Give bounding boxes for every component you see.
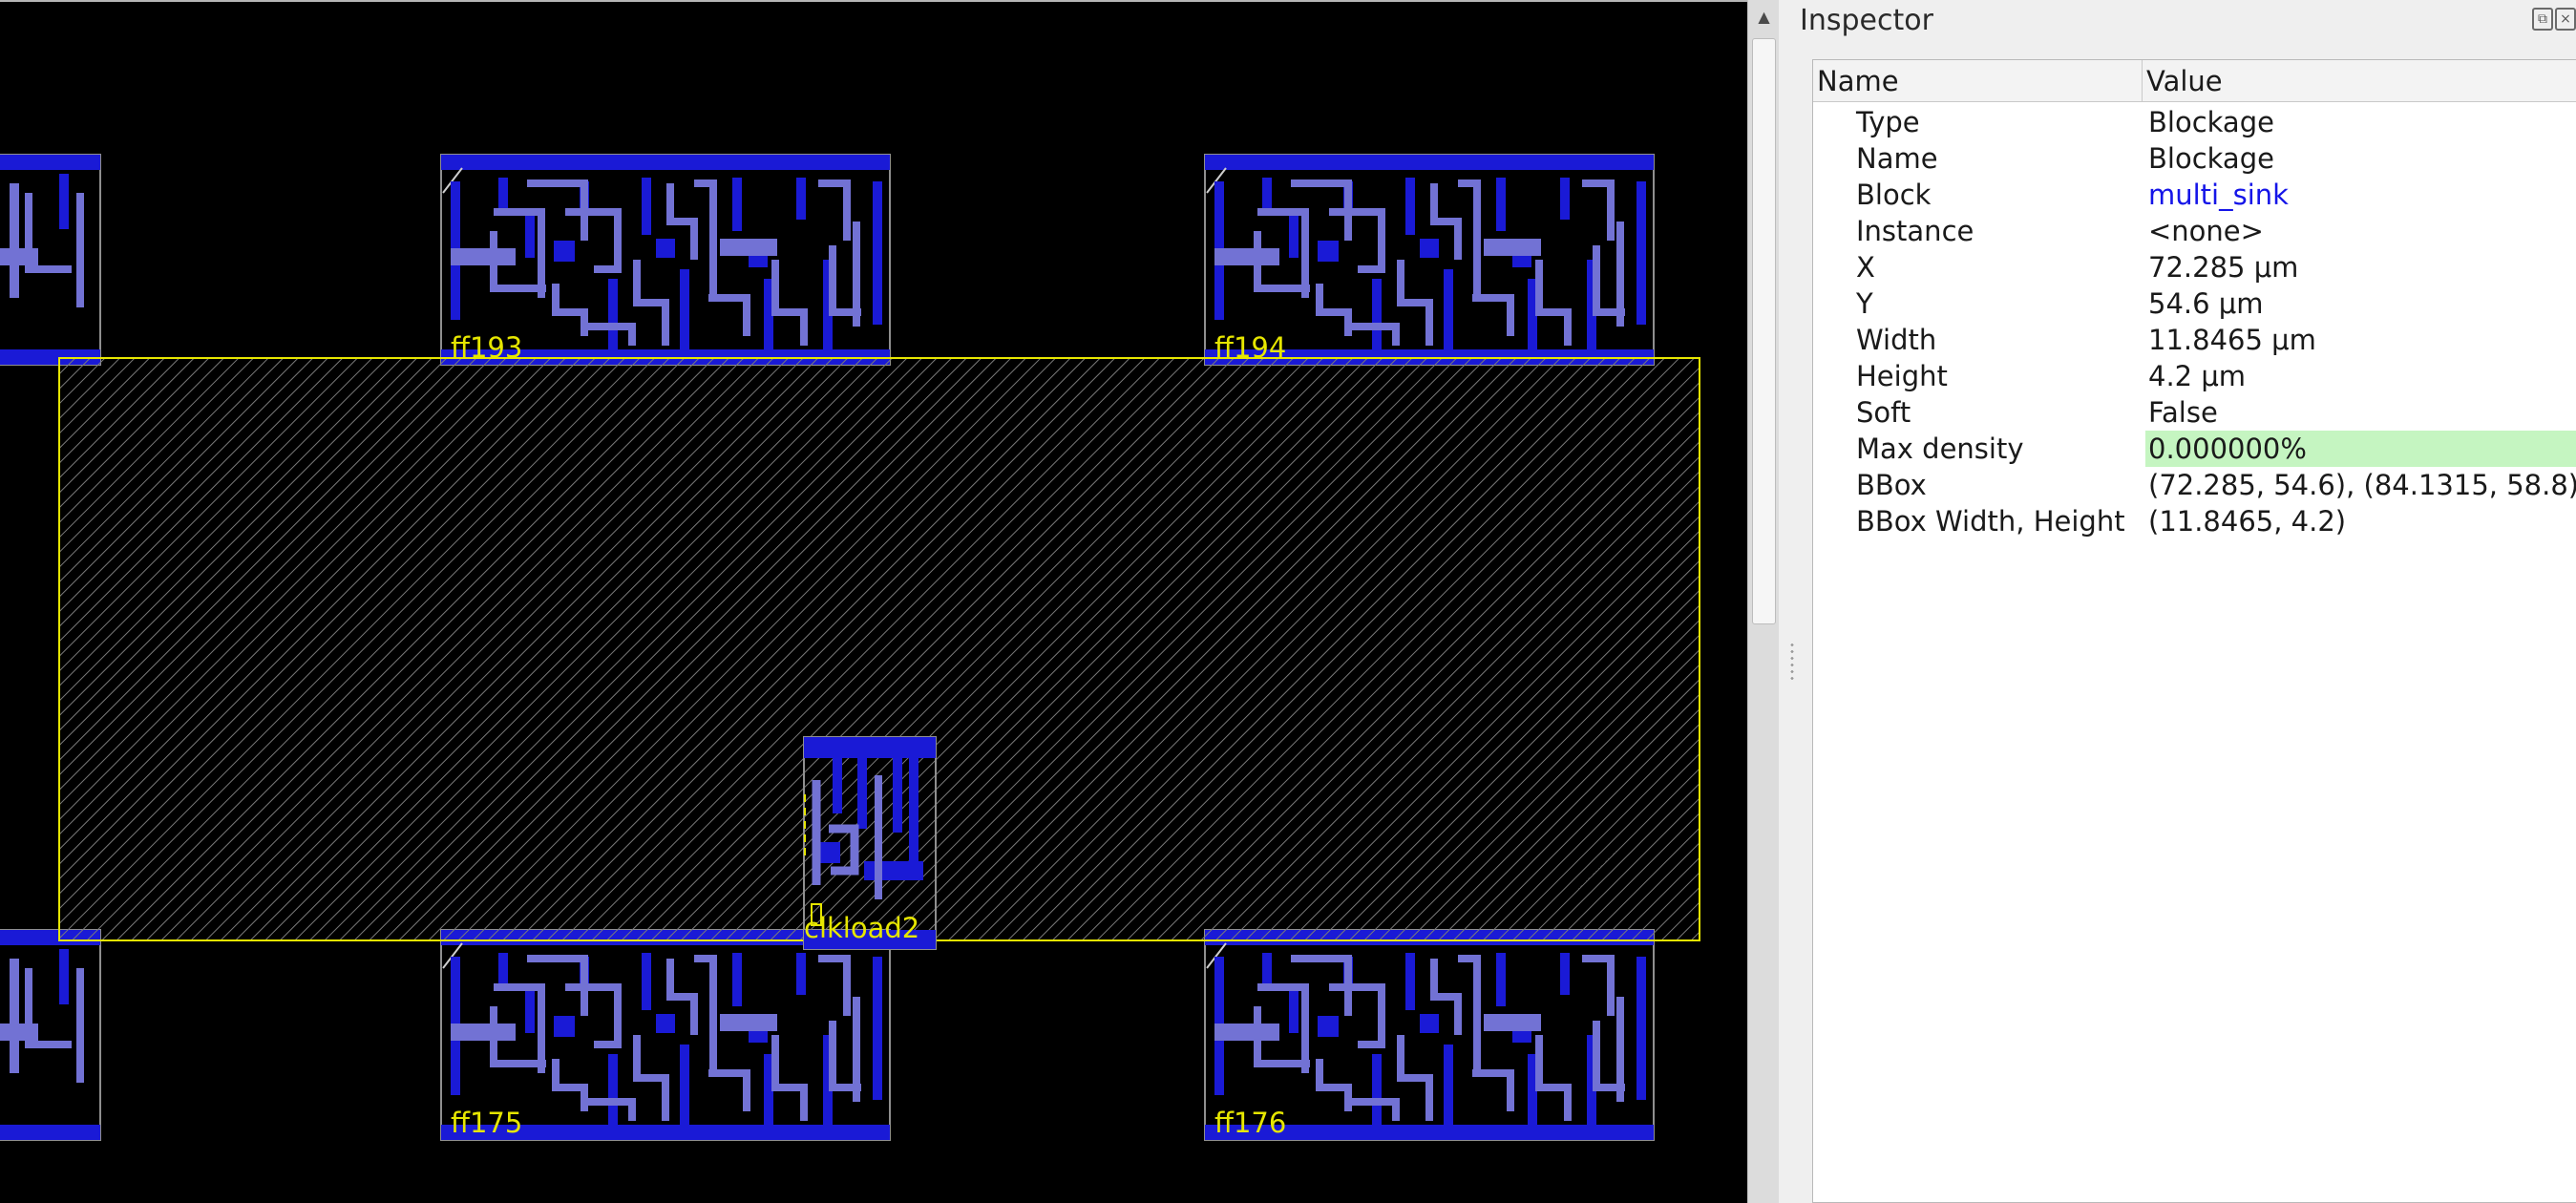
- property-row-max-density[interactable]: Max density 0.000000%: [1813, 431, 2576, 467]
- inspector-property-tree[interactable]: Name Value Type Blockage Name Blockage B…: [1812, 59, 2576, 1203]
- property-value: 4.2 μm: [2148, 360, 2247, 392]
- property-value: False: [2148, 396, 2218, 429]
- property-name: Name: [1856, 142, 1938, 175]
- property-row-block[interactable]: Block multi_sink: [1813, 177, 2576, 213]
- property-value: 11.8465 μm: [2148, 324, 2316, 356]
- column-header-value[interactable]: Value: [2143, 60, 2576, 102]
- label-clkload2: clkload2: [804, 912, 919, 944]
- property-name: Soft: [1856, 396, 1911, 429]
- block-link[interactable]: multi_sink: [2145, 177, 2294, 213]
- label-ff193: ff193: [451, 331, 522, 364]
- property-value: 54.6 μm: [2148, 287, 2264, 320]
- property-value: (11.8465, 4.2): [2148, 505, 2347, 538]
- column-header-name[interactable]: Name: [1813, 60, 2143, 102]
- property-name: Type: [1856, 106, 1920, 138]
- label-ff175: ff175: [451, 1107, 522, 1139]
- scroll-up-arrow-icon[interactable]: ▲: [1748, 0, 1780, 32]
- property-name: Width: [1856, 324, 1937, 356]
- layout-drawing: ff193 ff194 ff175 ff176 clkload2: [0, 2, 1700, 1203]
- property-name: Height: [1856, 360, 1948, 392]
- property-row-bbox-size[interactable]: BBox Width, Height (11.8465, 4.2): [1813, 503, 2576, 539]
- property-row-bbox[interactable]: BBox (72.285, 54.6), (84.1315, 58.8): [1813, 467, 2576, 503]
- property-row-instance[interactable]: Instance <none>: [1813, 213, 2576, 249]
- property-value: 72.285 μm: [2148, 251, 2299, 284]
- property-row-width[interactable]: Width 11.8465 μm: [1813, 322, 2576, 358]
- property-row-name[interactable]: Name Blockage: [1813, 140, 2576, 177]
- property-name: Instance: [1856, 215, 1974, 247]
- inspector-panel: Inspector ⧉ × Name Value Type Blockage N…: [1779, 0, 2576, 1203]
- property-name: X: [1856, 251, 1875, 284]
- layout-vertical-scrollbar[interactable]: ▲: [1747, 0, 1779, 1203]
- splitter-grip-icon: [1789, 642, 1795, 680]
- cell-partial-bottom-left[interactable]: [0, 929, 101, 1141]
- property-name: BBox Width, Height: [1856, 505, 2125, 538]
- property-row-type[interactable]: Type Blockage: [1813, 104, 2576, 140]
- scrollbar-thumb[interactable]: [1752, 38, 1776, 624]
- property-name: Block: [1856, 179, 1932, 211]
- property-name: BBox: [1856, 469, 1927, 501]
- property-value: Blockage: [2148, 142, 2274, 175]
- float-icon[interactable]: ⧉: [2532, 8, 2553, 31]
- cell-partial-top-left[interactable]: [0, 154, 101, 366]
- property-name: Y: [1856, 287, 1873, 320]
- property-name: Max density: [1856, 433, 2024, 465]
- max-density-field[interactable]: 0.000000%: [2145, 431, 2576, 467]
- property-value: Blockage: [2148, 106, 2274, 138]
- property-rows: Type Blockage Name Blockage Block multi_…: [1813, 104, 2576, 539]
- layout-canvas[interactable]: ff193 ff194 ff175 ff176 clkload2: [0, 0, 1747, 1203]
- property-row-x[interactable]: X 72.285 μm: [1813, 249, 2576, 285]
- tree-header: Name Value: [1813, 60, 2576, 102]
- close-icon[interactable]: ×: [2555, 8, 2576, 31]
- property-row-height[interactable]: Height 4.2 μm: [1813, 358, 2576, 394]
- label-ff194: ff194: [1214, 331, 1286, 364]
- dock-splitter[interactable]: [1779, 0, 1807, 1203]
- inspector-title: Inspector: [1800, 4, 1933, 37]
- dock-buttons: ⧉ ×: [2532, 8, 2576, 31]
- property-row-y[interactable]: Y 54.6 μm: [1813, 285, 2576, 322]
- property-value: (72.285, 54.6), (84.1315, 58.8): [2148, 469, 2576, 501]
- property-row-soft[interactable]: Soft False: [1813, 394, 2576, 431]
- property-value: <none>: [2148, 215, 2264, 247]
- label-ff176: ff176: [1214, 1107, 1286, 1139]
